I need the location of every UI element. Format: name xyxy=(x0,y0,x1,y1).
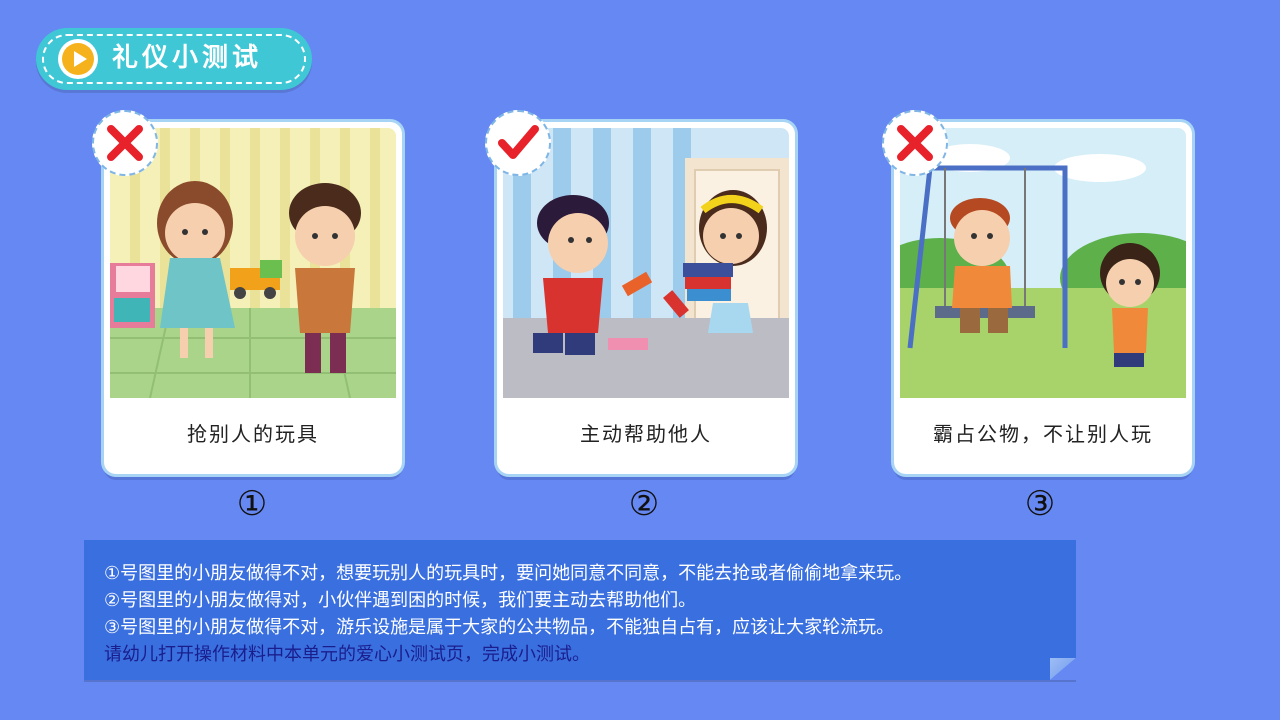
card-illustration-swing xyxy=(900,128,1186,398)
cross-icon xyxy=(107,125,143,161)
quiz-card-3[interactable]: 霸占公物，不让别人玩 xyxy=(882,110,1192,474)
wrong-mark xyxy=(92,110,158,176)
card-caption: 抢别人的玩具 xyxy=(187,422,319,446)
wrong-mark xyxy=(882,110,948,176)
card-caption: 霸占公物，不让别人玩 xyxy=(933,422,1153,446)
cross-icon xyxy=(897,125,933,161)
play-icon[interactable] xyxy=(58,39,98,79)
right-mark xyxy=(485,110,551,176)
card-illustration-grab-toy xyxy=(110,128,396,398)
explanation-line-3: ③号图里的小朋友做得不对，游乐设施是属于大家的公共物品，不能独自占有，应该让大家… xyxy=(104,617,895,638)
page-fold-corner xyxy=(1050,658,1076,680)
page-title: 礼仪小测试 xyxy=(112,43,263,73)
card-caption: 主动帮助他人 xyxy=(580,422,712,446)
card-number-1: ① xyxy=(236,484,268,524)
checkmark-icon xyxy=(498,125,539,159)
instruction-text: 请幼儿打开操作材料中本单元的爱心小测试页，完成小测试。 xyxy=(104,644,590,665)
explanation-box: ①号图里的小朋友做得不对，想要玩别人的玩具时，要问她同意不同意，不能去抢或者偷偷… xyxy=(84,540,1076,680)
card-illustration-help-others xyxy=(503,128,789,398)
quiz-card-1[interactable]: 抢别人的玩具 xyxy=(92,110,402,474)
explanation-line-2: ②号图里的小朋友做得对，小伙伴遇到困的时候，我们要主动去帮助他们。 xyxy=(104,590,697,611)
title-badge: 礼仪小测试 xyxy=(36,28,312,90)
card-number-3: ③ xyxy=(1024,484,1056,524)
card-number-2: ② xyxy=(628,484,660,524)
explanation-line-1: ①号图里的小朋友做得不对，想要玩别人的玩具时，要问她同意不同意，不能去抢或者偷偷… xyxy=(104,563,913,584)
quiz-card-2[interactable]: 主动帮助他人 xyxy=(485,110,795,474)
